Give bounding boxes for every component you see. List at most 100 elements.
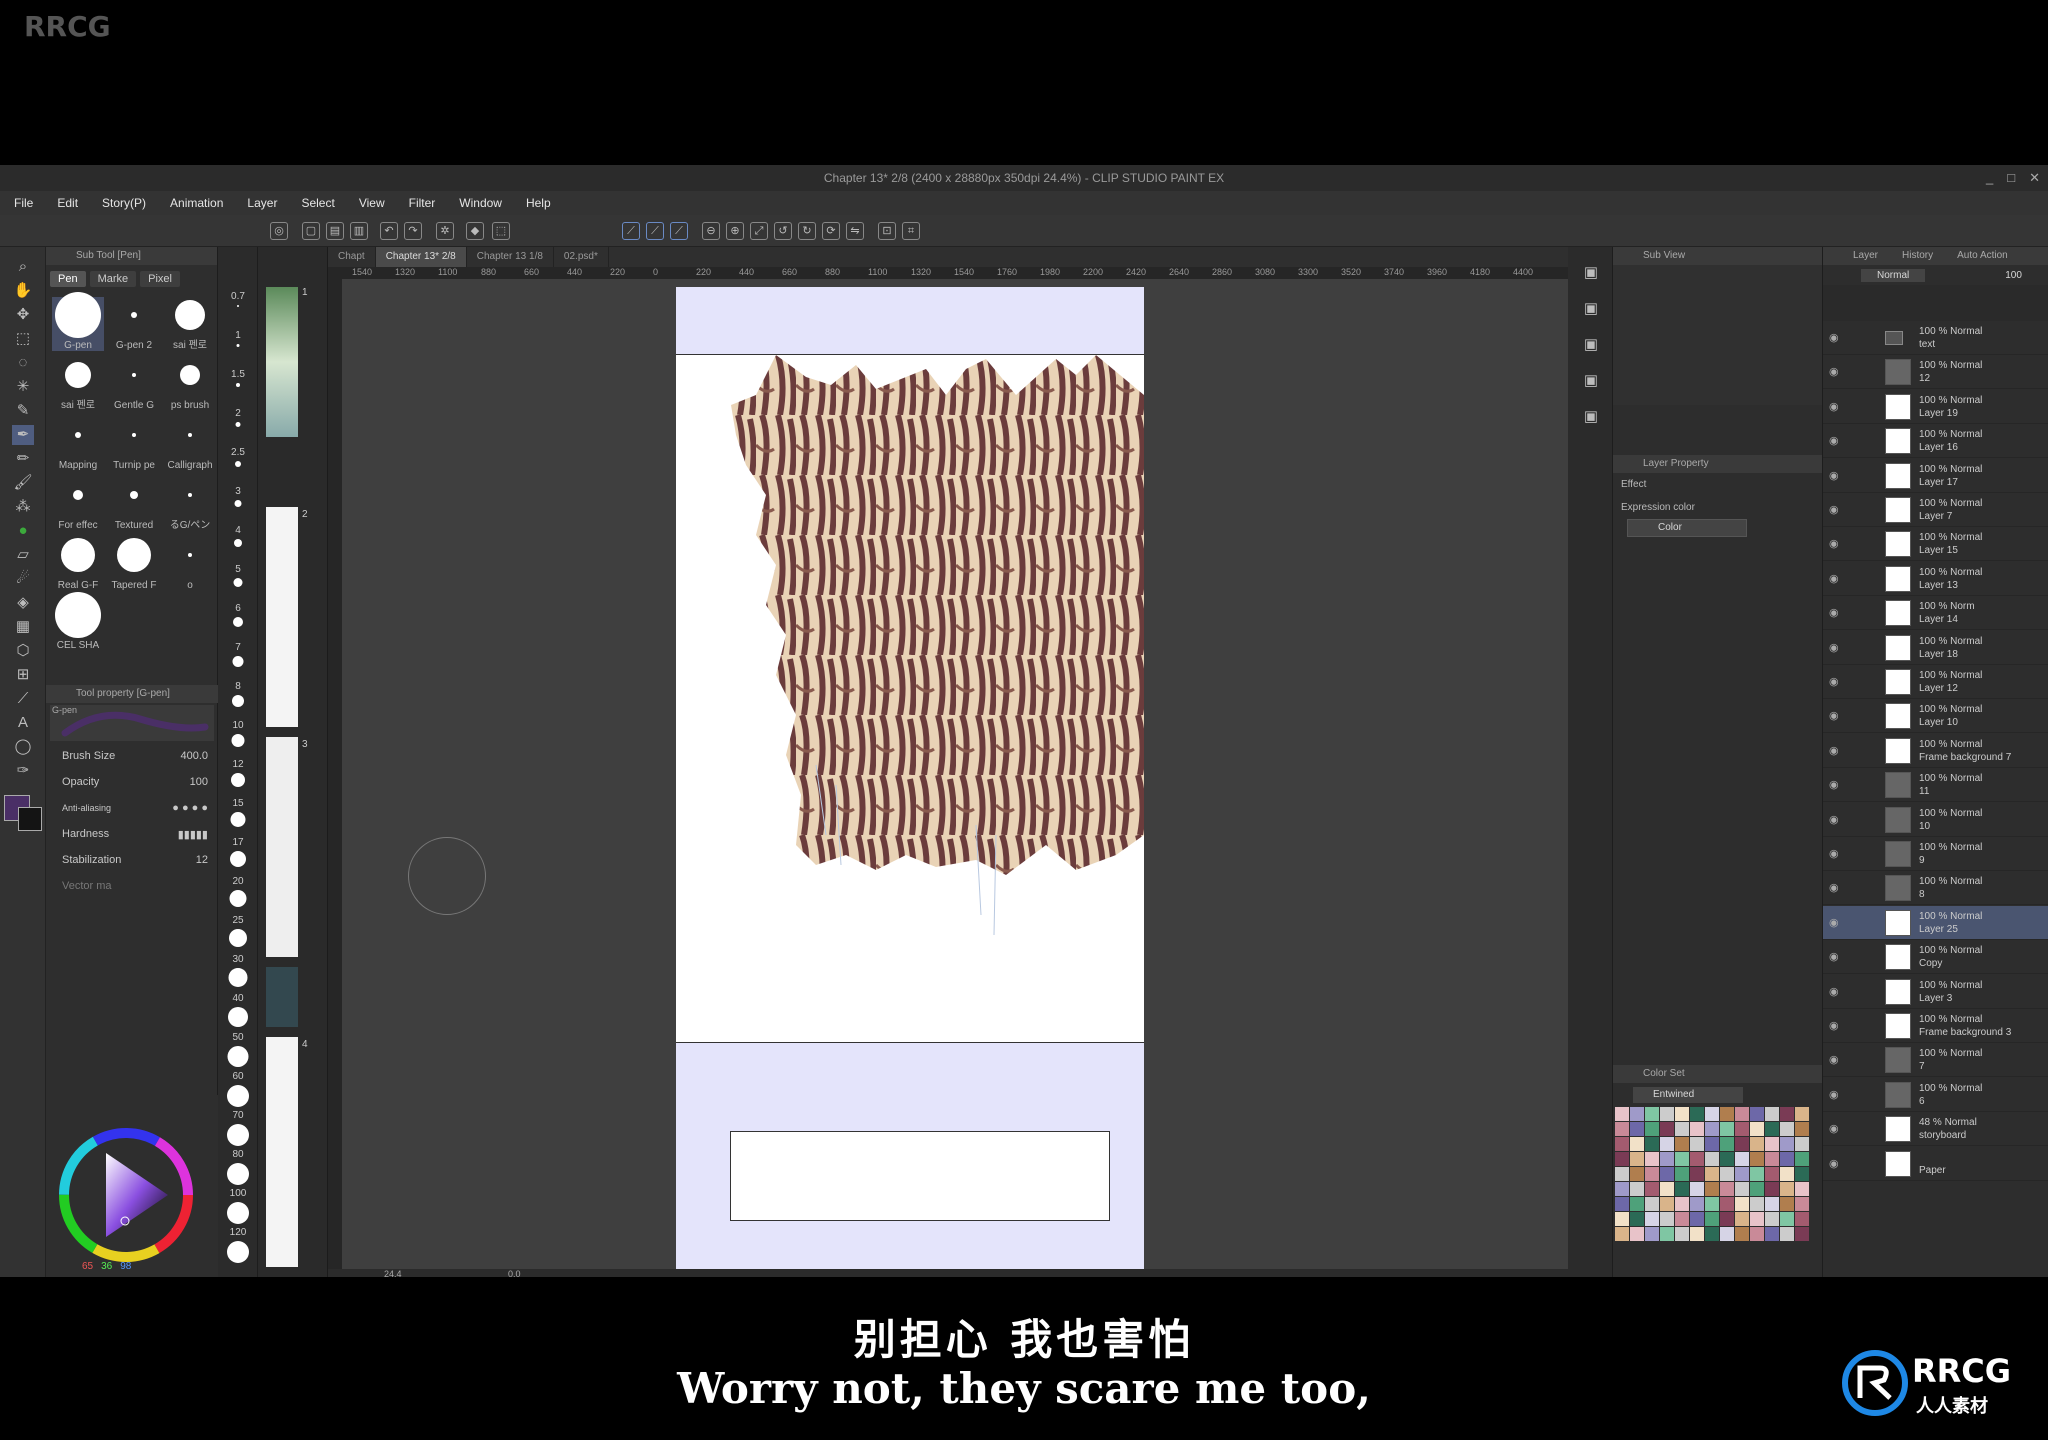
zoom-level-label[interactable]: 7: [218, 642, 258, 653]
snap-special-icon[interactable]: ⟋: [646, 222, 664, 240]
color-swatch[interactable]: [1795, 1167, 1809, 1181]
frame-tool-icon[interactable]: ⊞: [12, 665, 34, 685]
eye-icon[interactable]: ◉: [1829, 469, 1839, 482]
layer-row[interactable]: ◉ 100 % Normal Layer 13: [1823, 562, 2048, 596]
brush-7[interactable]: Turnip pe: [108, 417, 160, 471]
zoom-readout[interactable]: 24.4: [384, 1269, 402, 1277]
eye-icon[interactable]: ◉: [1829, 641, 1839, 654]
gradient-icon[interactable]: ▦: [12, 617, 34, 637]
color-swatch[interactable]: [1795, 1137, 1809, 1151]
color-swatch[interactable]: [1630, 1122, 1644, 1136]
color-swatch[interactable]: [1645, 1152, 1659, 1166]
zoom-level-label[interactable]: 3: [218, 486, 258, 497]
eye-icon[interactable]: ◉: [1829, 985, 1839, 998]
hand-tool-icon[interactable]: ✋: [12, 281, 34, 301]
menu-layer[interactable]: Layer: [247, 196, 277, 210]
color-swatch[interactable]: [1660, 1212, 1674, 1226]
color-swatch[interactable]: [1735, 1152, 1749, 1166]
zoom-level-dot[interactable]: [228, 968, 247, 987]
zoom-level-dot[interactable]: [235, 422, 240, 427]
zoom-level-dot[interactable]: [227, 1046, 248, 1067]
color-swatch[interactable]: [1735, 1197, 1749, 1211]
color-swatch[interactable]: [1630, 1212, 1644, 1226]
zoom-level-label[interactable]: 12: [218, 759, 258, 770]
correct-line-icon[interactable]: ✑: [12, 761, 34, 781]
selection-tool-icon[interactable]: ⬚: [12, 329, 34, 349]
brush-size-row[interactable]: Brush Size 400.0: [46, 743, 218, 769]
color-swatch[interactable]: [1720, 1122, 1734, 1136]
zoom-level-dot[interactable]: [228, 929, 247, 947]
opacity-value[interactable]: 100: [190, 776, 208, 788]
zoom-level-label[interactable]: 70: [218, 1110, 258, 1121]
zoom-level-label[interactable]: 80: [218, 1149, 258, 1160]
layer-row[interactable]: ◉ 100 % Normal Copy: [1823, 940, 2048, 975]
text-tool-icon[interactable]: A: [12, 713, 34, 733]
color-swatch[interactable]: [1780, 1197, 1794, 1211]
zoom-level-label[interactable]: 8: [218, 681, 258, 692]
page-thumb-4[interactable]: [266, 1037, 298, 1267]
color-swatch[interactable]: [1780, 1122, 1794, 1136]
panel-icon-2[interactable]: ▣: [1580, 299, 1602, 319]
layer-row[interactable]: ◉ 100 % Normal 7: [1823, 1043, 2048, 1078]
vector-row[interactable]: Vector ma: [46, 873, 218, 899]
color-swatch[interactable]: [1780, 1212, 1794, 1226]
eye-icon[interactable]: ◉: [1829, 434, 1839, 447]
zoom-level-label[interactable]: 5: [218, 564, 258, 575]
brush-2[interactable]: sai 펜로: [164, 297, 216, 351]
color-swatch[interactable]: [1660, 1167, 1674, 1181]
color-swatch[interactable]: [1750, 1212, 1764, 1226]
auto-select-icon[interactable]: ✳: [12, 377, 34, 397]
close-button[interactable]: ✕: [2029, 165, 2040, 191]
eye-icon[interactable]: ◉: [1829, 503, 1839, 516]
panel-icon-4[interactable]: ▣: [1580, 371, 1602, 391]
eye-icon[interactable]: ◉: [1829, 881, 1839, 894]
pencil-tool-icon[interactable]: ✏: [12, 449, 34, 469]
doc-tab-3[interactable]: 02.psd*: [554, 247, 609, 267]
panel-icon-1[interactable]: ▣: [1580, 263, 1602, 283]
zoom-level-dot[interactable]: [235, 383, 240, 387]
stabilization-row[interactable]: Stabilization 12: [46, 847, 218, 873]
layer-row[interactable]: ◉ 100 % Normal Layer 19: [1823, 390, 2048, 424]
zoom-out-icon[interactable]: ⊖: [702, 222, 720, 240]
color-wheel[interactable]: [46, 1115, 218, 1265]
zoom-level-dot[interactable]: [231, 734, 244, 747]
color-swatch[interactable]: [1735, 1167, 1749, 1181]
figure-icon[interactable]: ⬡: [12, 641, 34, 661]
page-thumb-dark[interactable]: [266, 967, 298, 1027]
eye-icon[interactable]: ◉: [1829, 1019, 1839, 1032]
angle-readout[interactable]: 0.0: [508, 1269, 521, 1277]
layer-row[interactable]: ◉ 100 % Normal 11: [1823, 768, 2048, 803]
color-swatch[interactable]: [1750, 1152, 1764, 1166]
color-swatch[interactable]: [1660, 1137, 1674, 1151]
zoom-level-label[interactable]: 0.7: [218, 291, 258, 302]
zoom-level-label[interactable]: 40: [218, 993, 258, 1004]
menu-edit[interactable]: Edit: [57, 196, 78, 210]
color-swatch[interactable]: [1765, 1152, 1779, 1166]
color-swatch[interactable]: [1765, 1167, 1779, 1181]
zoom-level-dot[interactable]: [226, 1085, 249, 1107]
color-swatch[interactable]: [1705, 1182, 1719, 1196]
color-swatch[interactable]: [1720, 1212, 1734, 1226]
color-swatch[interactable]: [1720, 1152, 1734, 1166]
color-swatch[interactable]: [1615, 1167, 1629, 1181]
zoom-level-label[interactable]: 100: [218, 1188, 258, 1199]
zoom-tool-icon[interactable]: ⌕: [12, 257, 34, 277]
brush-11[interactable]: るG/ペン: [164, 477, 216, 531]
doc-tab-2[interactable]: Chapter 13 1/8: [467, 247, 554, 267]
ruler-icon[interactable]: ⟋: [12, 689, 34, 709]
redo-icon[interactable]: ↷: [404, 222, 422, 240]
brush-5[interactable]: ps brush: [164, 357, 216, 411]
color-swatch[interactable]: [1750, 1137, 1764, 1151]
panel-icon-3[interactable]: ▣: [1580, 335, 1602, 355]
eye-icon[interactable]: ◉: [1829, 813, 1839, 826]
save-icon[interactable]: ▥: [350, 222, 368, 240]
zoom-level-dot[interactable]: [230, 812, 245, 827]
eye-icon[interactable]: ◉: [1829, 1088, 1839, 1101]
zoom-level-label[interactable]: 25: [218, 915, 258, 926]
color-swatch[interactable]: [1615, 1182, 1629, 1196]
zoom-level-dot[interactable]: [227, 1007, 248, 1027]
color-swatch[interactable]: [1720, 1182, 1734, 1196]
brush-15[interactable]: CEL SHA: [52, 592, 104, 651]
color-swatch[interactable]: [1660, 1182, 1674, 1196]
color-swatch[interactable]: [1795, 1107, 1809, 1121]
